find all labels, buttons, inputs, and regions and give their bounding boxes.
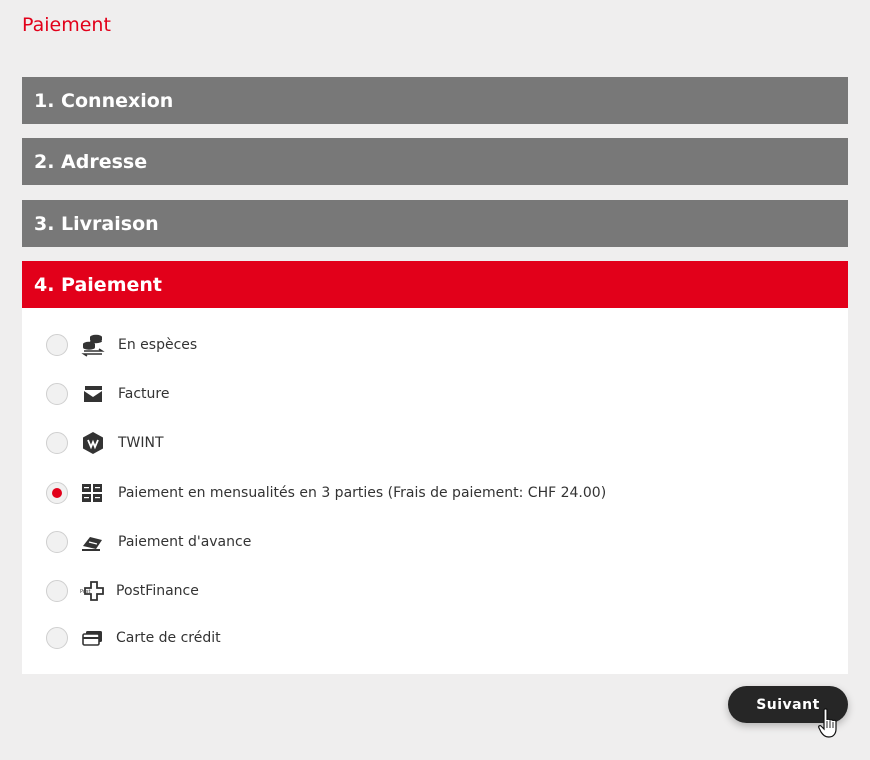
option-label: En espèces	[118, 337, 198, 353]
radio-installments[interactable]	[46, 482, 68, 504]
advance-payment-icon	[82, 537, 102, 551]
step-label: 1. Connexion	[34, 89, 174, 112]
page-title: Paiement	[22, 14, 111, 36]
payment-option-credit-card[interactable]: Carte de crédit	[22, 624, 848, 654]
option-label: TWINT	[118, 435, 164, 451]
step-paiement[interactable]: 4. Paiement	[22, 261, 848, 308]
payment-option-invoice[interactable]: Facture	[22, 380, 848, 410]
hand-cursor-icon	[818, 708, 837, 738]
svg-text:Post: Post	[80, 589, 91, 595]
twint-icon	[83, 432, 103, 454]
option-label: Carte de crédit	[116, 630, 221, 646]
step-adresse[interactable]: 2. Adresse	[22, 138, 848, 185]
step-label: 3. Livraison	[34, 212, 159, 235]
credit-card-icon	[82, 631, 102, 646]
step-connexion[interactable]: 1. Connexion	[22, 77, 848, 124]
step-label: 2. Adresse	[34, 150, 148, 173]
postfinance-icon: Post	[80, 581, 104, 601]
option-label: Paiement d'avance	[118, 534, 252, 550]
radio-twint[interactable]	[46, 432, 68, 454]
option-label: Facture	[118, 386, 170, 402]
invoice-icon	[84, 386, 102, 402]
radio-postfinance[interactable]	[46, 580, 68, 602]
radio-invoice[interactable]	[46, 383, 68, 405]
payment-option-twint[interactable]: TWINT	[22, 429, 848, 459]
installments-icon	[82, 484, 102, 502]
payment-option-installments[interactable]: Paiement en mensualités en 3 parties (Fr…	[22, 479, 848, 509]
payment-option-cash[interactable]: En espèces	[22, 331, 848, 361]
cash-exchange-icon	[81, 334, 105, 357]
option-label: PostFinance	[116, 583, 199, 599]
step-label: 4. Paiement	[34, 273, 162, 296]
payment-option-postfinance[interactable]: Post PostFinance	[22, 577, 848, 607]
step-livraison[interactable]: 3. Livraison	[22, 200, 848, 247]
payment-options-panel: En espèces Facture TWINT Paiement en men…	[22, 308, 848, 674]
payment-option-advance[interactable]: Paiement d'avance	[22, 528, 848, 558]
radio-cash[interactable]	[46, 334, 68, 356]
radio-credit-card[interactable]	[46, 627, 68, 649]
radio-advance[interactable]	[46, 531, 68, 553]
option-label: Paiement en mensualités en 3 parties (Fr…	[118, 485, 607, 501]
